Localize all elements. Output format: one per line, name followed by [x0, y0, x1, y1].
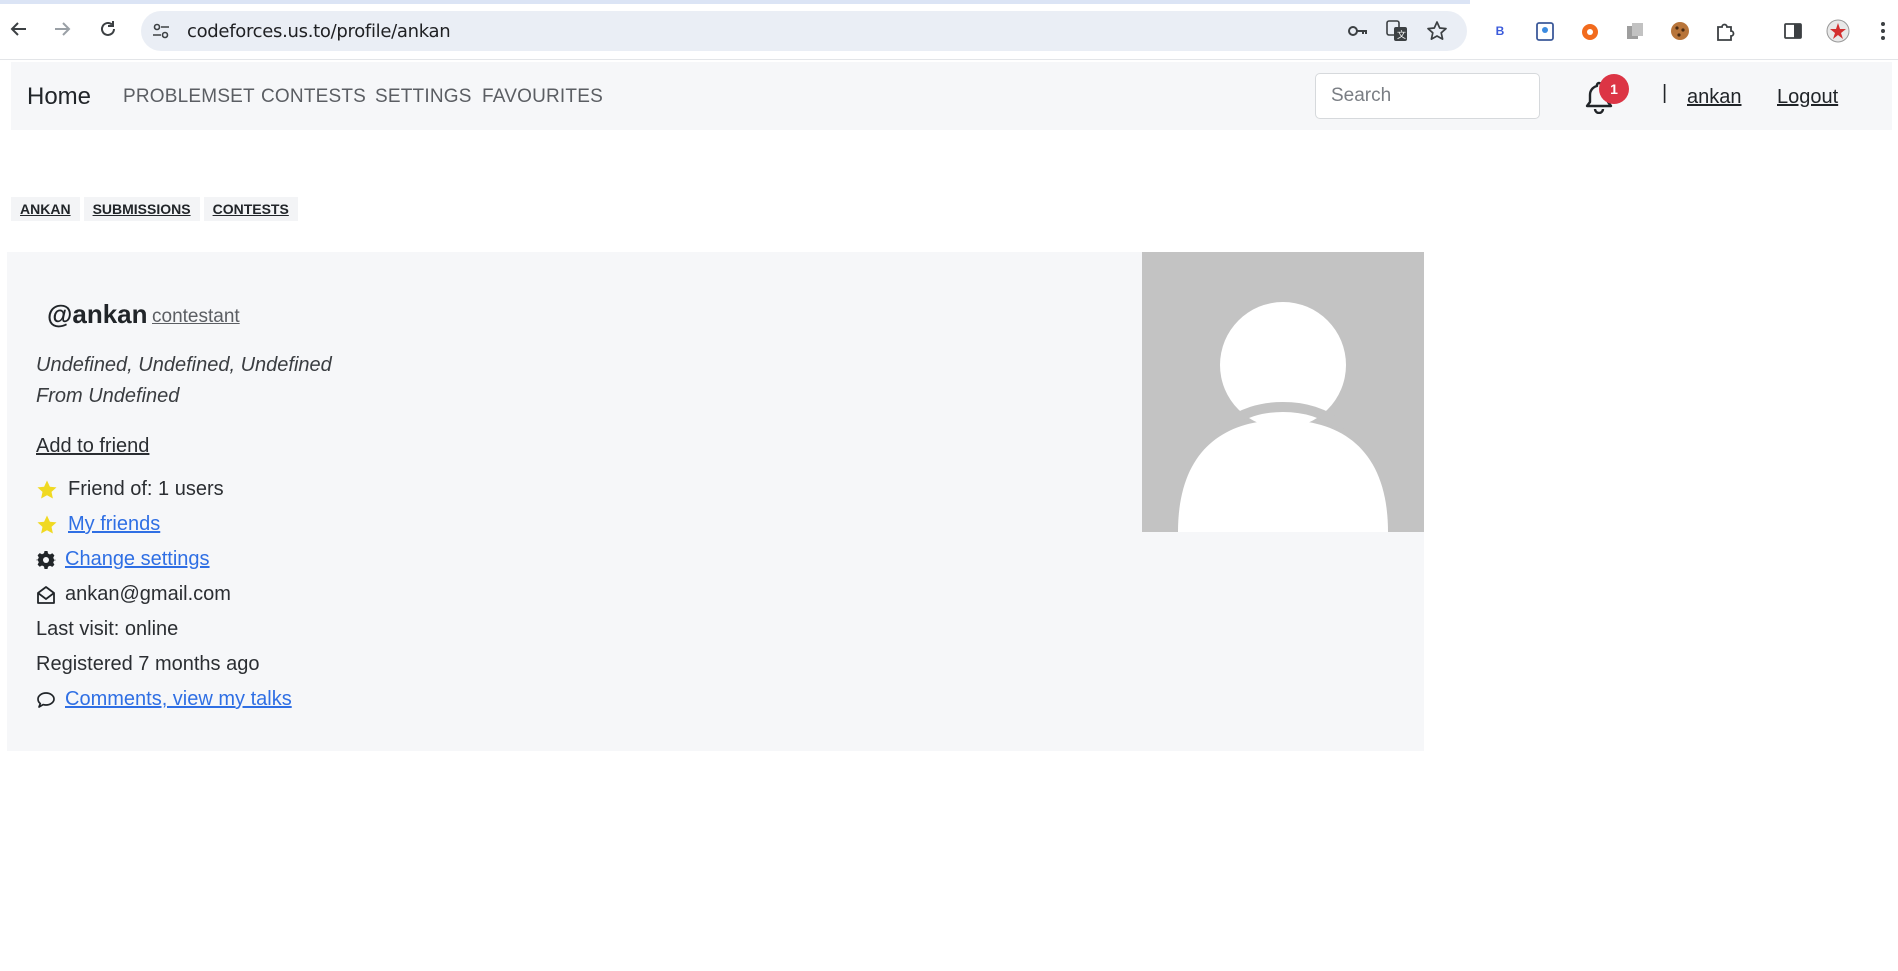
browser-toolbar: codeforces.us.to/profile/ankan 文 B: [0, 0, 1898, 60]
password-key-icon[interactable]: [1346, 20, 1368, 42]
address-bar[interactable]: codeforces.us.to/profile/ankan 文: [141, 11, 1467, 51]
back-icon[interactable]: [4, 14, 34, 44]
menu-kebab-icon[interactable]: [1871, 19, 1895, 43]
forward-icon[interactable]: [47, 14, 77, 44]
profile-avatar-icon[interactable]: [1826, 19, 1850, 43]
translate-icon[interactable]: 文: [1386, 20, 1408, 42]
change-settings-link[interactable]: Change settings: [65, 548, 210, 571]
registered-text: Registered 7 months ago: [36, 653, 260, 675]
extension-b-icon[interactable]: B: [1488, 19, 1512, 43]
extension-copy-icon[interactable]: [1623, 19, 1647, 43]
nav-link-favourites[interactable]: FAVOURITES: [482, 86, 603, 108]
chat-bubble-icon: [36, 689, 56, 711]
friend-of-row: Friend of: 1 users: [36, 478, 224, 501]
comments-row: Comments, view my talks: [36, 688, 292, 711]
profile-tabs: ANKAN SUBMISSIONS CONTESTS: [11, 197, 302, 221]
tab-ankan[interactable]: ANKAN: [11, 197, 80, 221]
site-info-icon[interactable]: [151, 21, 171, 41]
registered-row: Registered 7 months ago: [36, 653, 259, 676]
bookmark-star-icon[interactable]: [1426, 20, 1448, 42]
logout-link[interactable]: Logout: [1777, 86, 1838, 109]
notification-count-badge: 1: [1599, 74, 1629, 104]
brand-home-link[interactable]: Home: [27, 83, 91, 111]
settings-row: Change settings: [36, 548, 210, 571]
nav-link-problemset[interactable]: PROBLEMSET: [123, 86, 255, 108]
extension-cookie-icon[interactable]: [1668, 19, 1692, 43]
profile-from: From Undefined: [36, 385, 180, 407]
add-friend-link[interactable]: Add to friend: [36, 435, 149, 458]
navbar-separator: |: [1662, 82, 1668, 104]
last-visit-row: Last visit: online: [36, 618, 178, 641]
star-icon: [36, 479, 58, 501]
extension-orange-icon[interactable]: [1578, 19, 1602, 43]
my-friends-link[interactable]: My friends: [68, 513, 160, 536]
url-text[interactable]: codeforces.us.to/profile/ankan: [187, 21, 451, 42]
tab-strip-edge: [0, 0, 1470, 4]
profile-location: Undefined, Undefined, Undefined: [36, 354, 332, 376]
profile-card: @ankan contestant Undefined, Undefined, …: [7, 252, 1424, 751]
nav-link-settings[interactable]: SETTINGS: [375, 86, 472, 108]
profile-avatar: [1142, 252, 1424, 532]
email-row: ankan@gmail.com: [36, 583, 231, 606]
side-panel-icon[interactable]: [1781, 19, 1805, 43]
svg-text:文: 文: [1397, 29, 1406, 41]
friend-of-text: Friend of: 1 users: [68, 478, 224, 500]
username-link[interactable]: ankan: [1687, 86, 1742, 109]
search-input[interactable]: [1315, 73, 1540, 119]
comments-link[interactable]: Comments, view my talks: [65, 688, 292, 711]
extensions-puzzle-icon[interactable]: [1713, 19, 1737, 43]
reload-icon[interactable]: [93, 14, 123, 44]
my-friends-row: My friends: [36, 513, 160, 536]
email-text: ankan@gmail.com: [65, 583, 231, 605]
tab-submissions[interactable]: SUBMISSIONS: [83, 197, 200, 221]
gear-icon: [36, 549, 56, 571]
main-navbar: Home PROBLEMSET CONTESTS SETTINGS FAVOUR…: [11, 62, 1892, 130]
last-visit-text: Last visit: online: [36, 618, 179, 640]
envelope-icon: [36, 584, 56, 606]
tab-contests[interactable]: CONTESTS: [203, 197, 298, 221]
extension-clipboard-icon[interactable]: [1533, 19, 1557, 43]
nav-link-contests[interactable]: CONTESTS: [261, 86, 366, 108]
star-icon: [36, 514, 58, 536]
profile-role-link[interactable]: contestant: [152, 306, 240, 328]
profile-handle: @ankan: [47, 299, 148, 329]
